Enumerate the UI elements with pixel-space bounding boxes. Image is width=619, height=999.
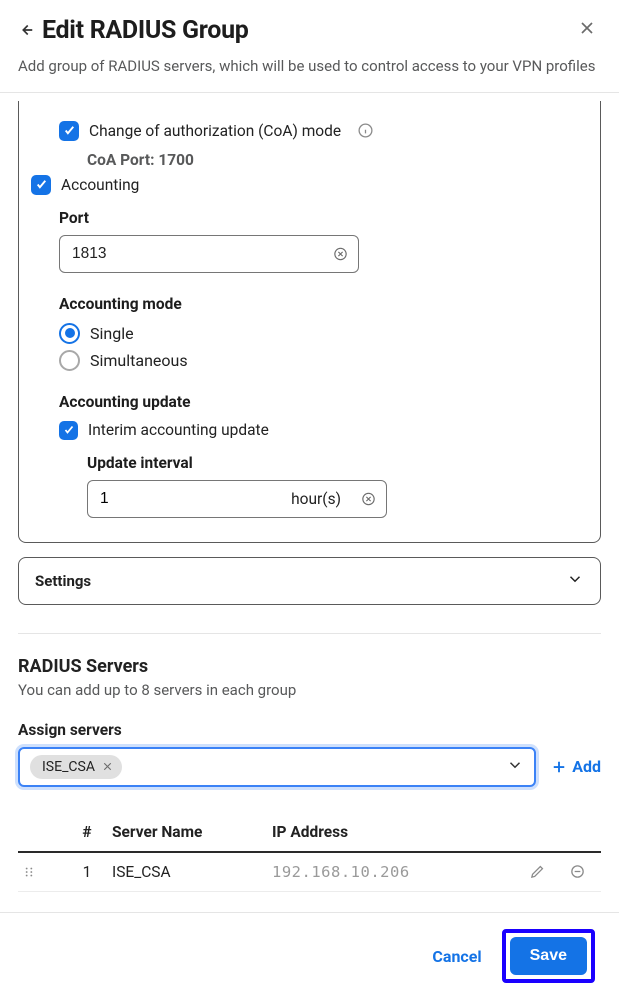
coa-label: Change of authorization (CoA) mode [89, 122, 341, 140]
clear-icon[interactable] [360, 490, 377, 507]
accounting-panel: Change of authorization (CoA) mode CoA P… [18, 101, 601, 543]
assign-label: Assign servers [18, 721, 601, 739]
table-row: 1 ISE_CSA 192.168.10.206 [18, 853, 601, 892]
settings-expand[interactable]: Settings [18, 557, 601, 605]
interim-label: Interim accounting update [88, 421, 269, 439]
servers-subtitle: You can add up to 8 servers in each grou… [18, 681, 601, 699]
add-button-label: Add [572, 757, 601, 776]
radio-single[interactable] [59, 323, 80, 344]
save-highlight: Save [502, 929, 595, 983]
assign-select[interactable]: ISE_CSA [18, 747, 536, 787]
server-chip: ISE_CSA [30, 755, 122, 779]
edit-icon[interactable] [529, 863, 546, 880]
interval-input[interactable] [87, 480, 387, 518]
row-name: ISE_CSA [112, 863, 272, 881]
coa-port-label: CoA Port: 1700 [87, 151, 580, 169]
column-num: # [62, 823, 112, 841]
chip-remove-icon[interactable] [101, 760, 114, 773]
interim-checkbox[interactable] [59, 421, 78, 440]
port-label: Port [59, 209, 580, 227]
accounting-label: Accounting [61, 176, 139, 194]
clear-icon[interactable] [332, 245, 349, 262]
drag-icon[interactable] [22, 865, 62, 879]
page-subtitle: Add group of RADIUS servers, which will … [0, 56, 619, 92]
interval-label: Update interval [87, 454, 580, 472]
column-ip: IP Address [272, 823, 517, 841]
radio-simultaneous[interactable] [59, 350, 80, 371]
accounting-mode-label: Accounting mode [59, 295, 580, 313]
server-chip-label: ISE_CSA [42, 759, 95, 775]
row-ip: 192.168.10.206 [272, 863, 517, 881]
add-button[interactable]: Add [550, 757, 601, 776]
footer: Cancel Save [0, 912, 619, 999]
radio-single-label: Single [90, 324, 134, 343]
servers-table: # Server Name IP Address 1 ISE_CSA 192.1… [18, 813, 601, 892]
row-num: 1 [62, 863, 112, 881]
servers-title: RADIUS Servers [18, 656, 601, 677]
port-input[interactable] [59, 235, 359, 273]
info-icon[interactable] [357, 122, 374, 139]
save-button[interactable]: Save [510, 937, 587, 975]
chevron-down-icon[interactable] [506, 756, 524, 778]
interval-unit: hour(s) [291, 490, 341, 508]
column-name: Server Name [112, 823, 272, 841]
content-scroll[interactable]: Change of authorization (CoA) mode CoA P… [0, 92, 619, 912]
divider [18, 633, 601, 634]
cancel-button[interactable]: Cancel [432, 947, 481, 966]
remove-icon[interactable] [569, 863, 586, 880]
back-icon[interactable] [18, 21, 36, 39]
page-title: Edit RADIUS Group [42, 16, 249, 45]
radio-simultaneous-label: Simultaneous [90, 351, 188, 370]
accounting-update-label: Accounting update [59, 393, 580, 411]
coa-checkbox[interactable] [59, 121, 79, 141]
chevron-down-icon [566, 570, 584, 592]
settings-expand-label: Settings [35, 572, 91, 590]
accounting-checkbox[interactable] [31, 175, 51, 195]
close-icon[interactable] [573, 14, 601, 46]
